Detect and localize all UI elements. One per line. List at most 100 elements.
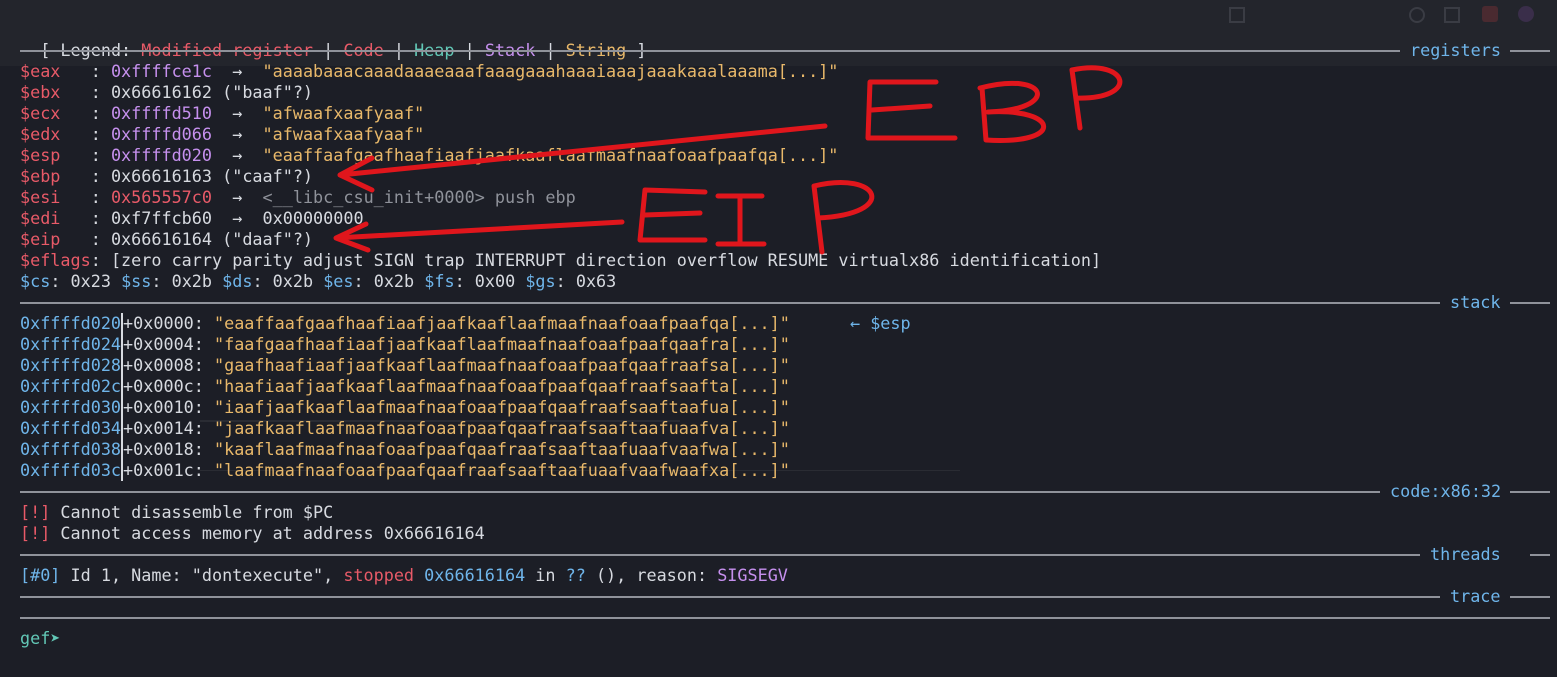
register-deref: ("caaf"?) [222, 166, 314, 186]
register-name: $esi [20, 187, 61, 207]
register-name: $eip [20, 229, 61, 249]
eflags-value: [zero carry parity adjust SIGN trap INTE… [110, 250, 1102, 270]
register-sep: : [60, 166, 111, 186]
stack-row: 0xffffd03c +0x001c: "laafmaafnaafoaafpaaf… [20, 460, 790, 481]
eip-letter-e [637, 187, 708, 243]
segment-value: 0x23 [70, 271, 111, 291]
section-title-threads: threads [1430, 544, 1501, 564]
section-rule [20, 617, 1550, 619]
register-row-ebp: $ebp : 0x66616163 ("caaf"?) [20, 166, 313, 187]
stack-address: 0xffffd028 [20, 355, 124, 376]
eip-letter-e-bar [642, 210, 703, 218]
register-row-edi: $edi : 0xf7ffcb60 → 0x00000000 [20, 208, 364, 229]
register-name: $esp [20, 145, 61, 165]
thread-reason: SIGSEGV [717, 565, 788, 585]
stack-value: "kaaflaafmaafnaafoaafpaafqaafraafsaaftaa… [213, 439, 790, 459]
register-name: $ecx [20, 103, 61, 123]
stack-value: "jaafkaaflaafmaafnaafoaafpaafqaafraafsaa… [213, 418, 790, 438]
code-error-message: Cannot access memory at address 0x666161… [50, 523, 485, 543]
register-value: 0xffffd510 [110, 103, 212, 123]
stack-row: 0xffffd02c +0x000c: "haafiaafjaafkaaflaaf… [20, 376, 790, 397]
thread-text: (), reason: [585, 565, 718, 585]
section-rule-tail [1510, 491, 1550, 493]
register-sep: : [60, 124, 111, 144]
register-sep: : [60, 82, 111, 102]
stack-value: "gaafhaafiaafjaafkaaflaafmaafnaafoaafpaa… [213, 355, 790, 375]
thread-text: Id 1, Name: "dontexecute", [60, 565, 344, 585]
legend: [ Legend: Modified register | Code | Hea… [20, 19, 646, 60]
stack-offset: +0x0010: [123, 397, 214, 417]
register-sep: : [60, 61, 111, 81]
register-name: $eflags [20, 250, 91, 270]
register-sep: : [90, 250, 111, 270]
stack-row: 0xffffd030 +0x0010: "iaafjaafkaaflaafmaaf… [20, 397, 790, 418]
register-arrow [212, 166, 222, 186]
section-rule-tail [1530, 554, 1550, 556]
register-value: 0xf7ffcb60 [110, 208, 212, 228]
register-row-esp: $esp : 0xffffd020 → "eaaffaafgaafhaafiaa… [20, 145, 838, 166]
register-value: 0xffffce1c [110, 61, 212, 81]
register-value: 0x66616163 [110, 166, 212, 186]
eip-letter-i [715, 193, 767, 247]
register-row-eflags: $eflags: [zero carry parity adjust SIGN … [20, 250, 1101, 271]
register-name: $ebx [20, 82, 61, 102]
register-arrow: → [212, 187, 263, 207]
section-rule [20, 302, 1440, 304]
register-arrow: → [212, 103, 263, 123]
register-deref: "afwaafxaafyaaf" [262, 124, 425, 144]
segment-value: 0x63 [575, 271, 617, 291]
stack-address: 0xffffd024 [20, 334, 124, 355]
register-arrow [212, 229, 222, 249]
section-header-trace: trace [20, 586, 1550, 607]
section-rule [20, 596, 1440, 598]
register-deref: 0x00000000 [262, 208, 364, 228]
segment-value: 0x2b [272, 271, 314, 291]
register-sep: : [60, 103, 111, 123]
register-value: 0xffffd020 [110, 145, 212, 165]
stack-offset: +0x001c: [123, 460, 214, 480]
section-rule-tail [1510, 302, 1550, 304]
stack-value: "faafgaafhaafiaafjaafkaaflaafmaafnaafoaa… [213, 334, 790, 354]
register-row-esi: $esi : 0x565557c0 → <__libc_csu_init+000… [20, 187, 576, 208]
stack-offset: +0x0018: [123, 439, 214, 459]
register-row-ecx: $ecx : 0xffffd510 → "afwaafxaafyaaf" [20, 103, 424, 124]
stack-address: 0xffffd034 [20, 418, 124, 439]
section-rule-tail [1510, 50, 1550, 52]
segment-name: $ds [222, 271, 253, 291]
section-title-stack: stack [1450, 292, 1501, 312]
register-sep: : [60, 145, 111, 165]
segment-registers: $cs: 0x23 $ss: 0x2b $ds: 0x2b $es: 0x2b … [20, 271, 617, 291]
register-deref: ("daaf"?) [222, 229, 314, 249]
register-value: 0x66616162 [110, 82, 212, 102]
stack-row: 0xffffd020 +0x0000: "eaaffaafgaafhaafiaaf… [20, 313, 1020, 334]
thread-address: 0x66616164 [424, 565, 526, 585]
register-row-ebx: $ebx : 0x66616162 ("baaf"?) [20, 82, 313, 103]
gef-prompt[interactable]: gef➤ [20, 628, 71, 649]
register-row-edx: $edx : 0xffffd066 → "afwaafxaafyaaf" [20, 124, 424, 145]
stack-address: 0xffffd038 [20, 439, 124, 460]
stack-row: 0xffffd038 +0x0018: "kaaflaafmaafnaafoaaf… [20, 439, 790, 460]
register-row-eax: $eax : 0xffffce1c → "aaaabaaacaaadaaaeaa… [20, 61, 838, 82]
esp-marker: ← $esp [850, 313, 911, 333]
stack-offset: +0x0000: [123, 313, 214, 333]
thread-text: in [525, 565, 566, 585]
section-rule [20, 554, 1420, 556]
register-value: 0x66616164 [110, 229, 212, 249]
segment-name: $fs [424, 271, 455, 291]
warning-tag: [!] [20, 523, 51, 543]
register-name: $ebp [20, 166, 61, 186]
prompt-label: gef➤ [20, 628, 71, 648]
register-sep: : [60, 187, 111, 207]
segment-value: 0x2b [171, 271, 213, 291]
register-name: $edi [20, 208, 61, 228]
thread-state: stopped [343, 565, 415, 585]
stack-row: 0xffffd028 +0x0008: "gaafhaafiaafjaafkaaf… [20, 355, 790, 376]
segment-name: $ss [121, 271, 152, 291]
thread-text [414, 565, 424, 585]
register-arrow: → [212, 61, 263, 81]
section-rule [20, 50, 1400, 52]
stack-value: "haafiaafjaafkaaflaafmaafnaafoaafpaafqaa… [213, 376, 790, 396]
warning-tag: [!] [20, 502, 51, 522]
stack-offset: +0x0004: [123, 334, 214, 354]
register-arrow: → [212, 208, 263, 228]
